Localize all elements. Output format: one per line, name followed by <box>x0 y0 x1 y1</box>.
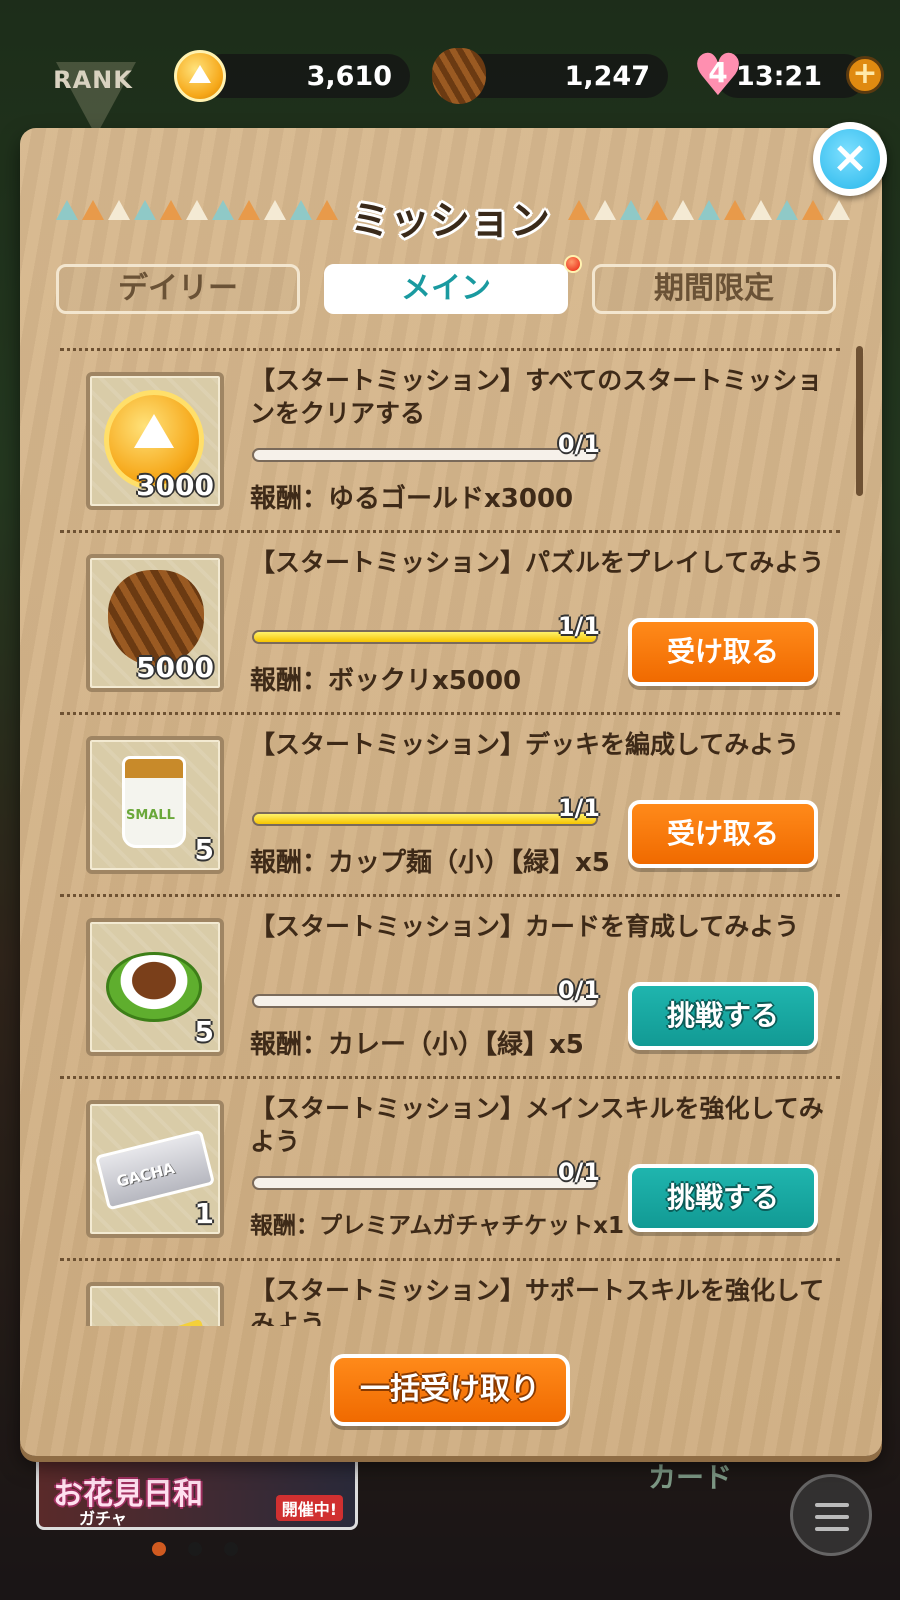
challenge-button[interactable]: 挑戦する <box>628 1164 818 1232</box>
tab-limited[interactable]: 期間限定 <box>592 264 836 314</box>
item-quantity: 1 <box>194 1197 214 1230</box>
page-dot[interactable] <box>224 1542 238 1556</box>
item-quantity: 5 <box>194 1015 214 1048</box>
menu-icon-line <box>815 1527 849 1531</box>
mission-item: SMALL 5 【スタートミッション】デッキを編成してみよう 1/1 報酬：カッ… <box>60 714 840 894</box>
close-icon: × <box>820 129 880 189</box>
item-quantity: 3000 <box>136 469 214 502</box>
bulk-claim-button[interactable]: 一括受け取り <box>330 1354 570 1426</box>
pinecone-counter: 1,247 <box>458 54 668 98</box>
gold-coin-icon <box>174 50 226 102</box>
rank-label: RANK <box>53 66 133 94</box>
mission-item: 【スタートミッション】サポートスキルを強化してみよう <box>60 1260 840 1326</box>
mission-title: 【スタートミッション】デッキを編成してみよう <box>250 730 800 759</box>
tab-main[interactable]: メイン <box>324 264 568 314</box>
event-banner[interactable]: お花見日和 ガチャ 開催中! <box>36 1454 358 1530</box>
banner-subtitle: ガチャ <box>79 1509 127 1528</box>
curry-bowl-icon <box>106 952 202 1022</box>
progress-text: 1/1 <box>557 612 600 640</box>
progress-text: 1/1 <box>557 794 600 822</box>
gold-amount: 3,610 <box>306 60 392 92</box>
add-stamina-button[interactable]: + <box>846 56 884 94</box>
pinecone-icon <box>432 48 486 104</box>
reward-item-thumb: 5 <box>86 918 224 1056</box>
cup-noodle-label: SMALL <box>126 808 175 823</box>
reward-text: 報酬：ゆるゴールドx3000 <box>250 484 574 514</box>
mission-title: 【スタートミッション】サポートスキルを強化してみよう <box>250 1276 825 1326</box>
notification-dot <box>564 255 582 273</box>
progress-text: 0/1 <box>557 1158 600 1186</box>
gold-counter: 3,610 <box>200 54 410 98</box>
hearts-count: 4 <box>708 56 728 89</box>
mission-title: 【スタートミッション】メインスキルを強化してみよう <box>250 1094 824 1156</box>
stamina-timer: 13:21 <box>736 60 822 92</box>
mission-item: 5 【スタートミッション】カードを育成してみよう 0/1 報酬：カレー（小）【緑… <box>60 896 840 1076</box>
page-dot[interactable] <box>152 1542 166 1556</box>
mission-item: 3000 【スタートミッション】すべてのスタートミッションをクリアする 0/1 … <box>60 350 840 530</box>
reward-item-thumb: SMALL 5 <box>86 736 224 874</box>
mission-item: GACHA 1 【スタートミッション】メインスキルを強化してみよう 0/1 報酬… <box>60 1078 840 1258</box>
menu-button[interactable] <box>790 1474 872 1556</box>
mission-item: 5000 【スタートミッション】パズルをプレイしてみよう 1/1 報酬：ボックリ… <box>60 532 840 712</box>
reward-text: 報酬：プレミアムガチャチケットx1 <box>250 1213 624 1239</box>
scrollbar[interactable] <box>856 346 863 496</box>
menu-icon-line <box>815 1503 849 1507</box>
banner-pagination <box>152 1542 238 1556</box>
reward-text: 報酬：カップ麺（小）【緑】x5 <box>250 848 610 878</box>
mission-list[interactable]: 3000 【スタートミッション】すべてのスタートミッションをクリアする 0/1 … <box>60 346 840 1326</box>
reward-item-thumb: 3000 <box>86 372 224 510</box>
pennant-decoration-right <box>568 200 850 226</box>
tab-daily[interactable]: デイリー <box>56 264 300 314</box>
challenge-button[interactable]: 挑戦する <box>628 982 818 1050</box>
page-dot[interactable] <box>188 1542 202 1556</box>
reward-item-thumb <box>86 1282 224 1326</box>
reward-text: 報酬：ボックリx5000 <box>250 666 522 696</box>
banner-badge: 開催中! <box>275 1495 343 1521</box>
reward-text: 報酬：カレー（小）【緑】x5 <box>250 1030 584 1060</box>
close-button[interactable]: × <box>813 122 887 196</box>
pennant-decoration-left <box>56 200 338 226</box>
cup-noodle-icon <box>122 756 186 848</box>
progress-text: 0/1 <box>557 430 600 458</box>
reward-item-thumb: GACHA 1 <box>86 1100 224 1238</box>
menu-icon-line <box>815 1515 849 1519</box>
card-nav-label: カード <box>648 1461 733 1494</box>
banner-title: お花見日和 <box>53 1477 203 1512</box>
mission-title: 【スタートミッション】パズルをプレイしてみよう <box>250 548 825 577</box>
mission-title: 【スタートミッション】すべてのスタートミッションをクリアする <box>250 366 823 428</box>
dialog-title: ミッション <box>350 198 550 244</box>
claim-button[interactable]: 受け取る <box>628 618 818 686</box>
yellow-item-icon <box>124 1318 216 1326</box>
claim-button[interactable]: 受け取る <box>628 800 818 868</box>
pinecone-amount: 1,247 <box>564 60 650 92</box>
reward-item-thumb: 5000 <box>86 554 224 692</box>
mission-title: 【スタートミッション】カードを育成してみよう <box>250 912 800 941</box>
progress-text: 0/1 <box>557 976 600 1004</box>
item-quantity: 5 <box>194 833 214 866</box>
item-quantity: 5000 <box>136 651 214 684</box>
